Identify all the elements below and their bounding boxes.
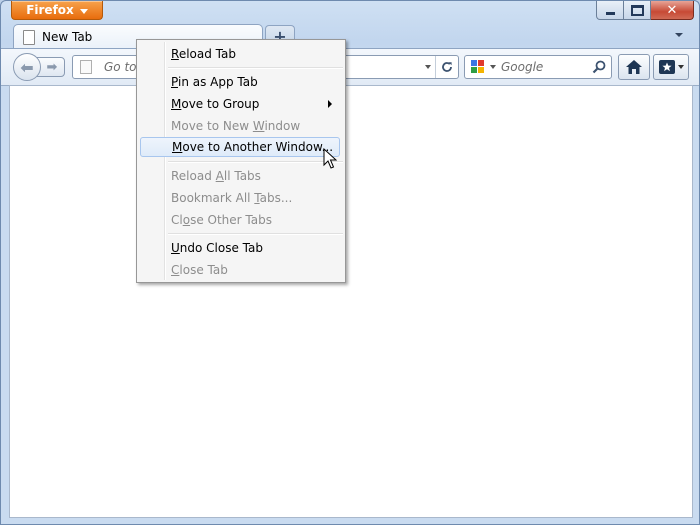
google-engine-icon[interactable] bbox=[470, 59, 486, 75]
menu-item-label: Pin as App Tab bbox=[171, 75, 258, 89]
reload-icon bbox=[442, 62, 452, 72]
menu-item-label: Close Tab bbox=[171, 263, 228, 277]
engine-dropdown-icon[interactable] bbox=[490, 65, 496, 69]
reload-button[interactable] bbox=[435, 56, 458, 78]
minimize-icon bbox=[605, 11, 615, 15]
close-icon: ✕ bbox=[666, 2, 678, 18]
firefox-menu-button[interactable]: Firefox bbox=[11, 1, 103, 20]
back-button[interactable]: ⬅ bbox=[13, 53, 41, 81]
menu-separator bbox=[168, 161, 343, 163]
menu-item-label: Close Other Tabs bbox=[171, 213, 272, 227]
tab-context-menu: Reload Tab Pin as App Tab Move to Group … bbox=[136, 39, 346, 283]
bookmarks-star-icon bbox=[659, 60, 675, 74]
home-button[interactable] bbox=[618, 54, 650, 80]
menu-item-pin-as-app-tab[interactable]: Pin as App Tab bbox=[140, 72, 340, 92]
menu-item-reload-all-tabs: Reload All Tabs bbox=[140, 166, 340, 186]
back-arrow-icon: ⬅ bbox=[20, 57, 34, 77]
menu-item-bookmark-all-tabs: Bookmark All Tabs... bbox=[140, 188, 340, 208]
menu-item-undo-close-tab[interactable]: Undo Close Tab bbox=[140, 238, 340, 258]
mouse-pointer-icon bbox=[323, 148, 337, 169]
maximize-icon bbox=[630, 4, 644, 16]
forward-arrow-icon: ➡ bbox=[46, 59, 58, 75]
close-window-button[interactable]: ✕ bbox=[651, 1, 694, 20]
search-icon[interactable] bbox=[591, 59, 607, 75]
tab-title: New Tab bbox=[42, 30, 93, 44]
menu-item-label: Reload All Tabs bbox=[171, 169, 261, 183]
blank-page-icon bbox=[23, 29, 35, 45]
menu-item-close-other-tabs: Close Other Tabs bbox=[140, 210, 340, 230]
menu-item-label: Reload Tab bbox=[171, 47, 236, 61]
chevron-down-icon bbox=[79, 8, 88, 14]
chevron-down-icon[interactable] bbox=[678, 65, 684, 69]
menu-item-label: Move to New Window bbox=[171, 119, 301, 133]
bookmarks-button[interactable] bbox=[653, 54, 689, 80]
minimize-button[interactable] bbox=[596, 1, 624, 20]
menu-item-label: Move to Group bbox=[171, 97, 260, 111]
menu-item-move-to-another-window[interactable]: Move to Another Window... bbox=[140, 137, 340, 157]
page-content-area[interactable] bbox=[9, 85, 693, 518]
menu-item-label: Undo Close Tab bbox=[171, 241, 263, 255]
list-all-tabs-icon[interactable] bbox=[675, 33, 683, 37]
maximize-button[interactable] bbox=[624, 1, 651, 20]
menu-item-close-tab: Close Tab bbox=[140, 260, 340, 280]
menu-item-label: Bookmark All Tabs... bbox=[171, 191, 293, 205]
firefox-menu-label: Firefox bbox=[26, 3, 74, 17]
submenu-arrow-icon bbox=[328, 100, 332, 108]
search-bar[interactable]: Google bbox=[464, 55, 612, 79]
history-dropdown-icon[interactable] bbox=[425, 65, 431, 69]
browser-window: Firefox ✕ New Tab + ⬅ ➡ Go to a Website bbox=[0, 0, 700, 525]
menu-item-reload-tab[interactable]: Reload Tab bbox=[140, 44, 340, 64]
menu-separator bbox=[168, 67, 343, 69]
menu-item-label: Move to Another Window... bbox=[172, 140, 334, 154]
menu-separator bbox=[168, 233, 343, 235]
navigation-toolbar: ⬅ ➡ Go to a Website Googl bbox=[1, 48, 699, 86]
menu-item-move-to-new-window: Move to New Window bbox=[140, 116, 340, 136]
home-icon bbox=[626, 60, 642, 74]
site-identity-icon bbox=[80, 60, 92, 74]
menu-item-move-to-group[interactable]: Move to Group bbox=[140, 94, 340, 114]
search-input[interactable]: Google bbox=[501, 60, 543, 74]
window-controls: ✕ bbox=[596, 1, 694, 20]
